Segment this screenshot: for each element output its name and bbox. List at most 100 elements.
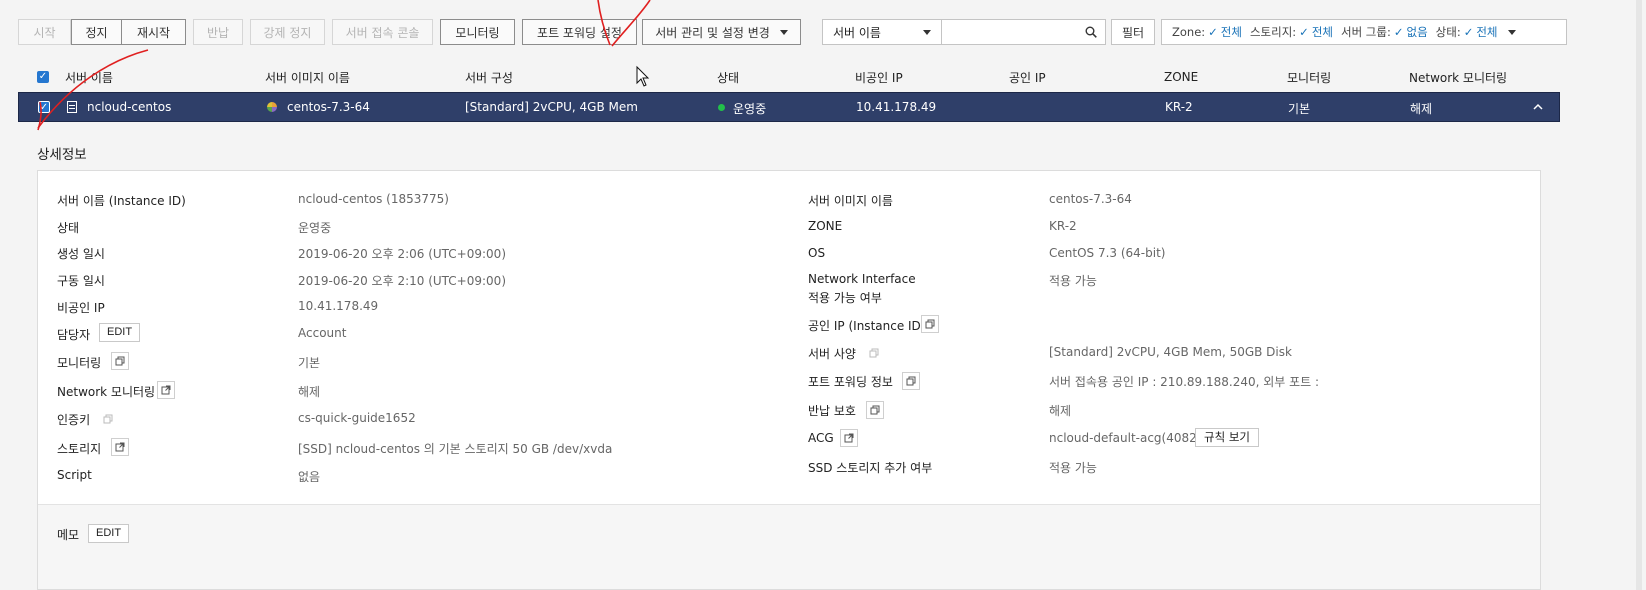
detail-value: 2019-06-20 오후 2:10 (UTC+09:00) [298, 274, 506, 288]
acg-rules-button[interactable]: 규칙 보기 [1195, 428, 1259, 447]
external-link-icon[interactable] [111, 438, 129, 456]
row-zone: KR-2 [1165, 100, 1193, 114]
detail-label: ACG [808, 431, 834, 445]
header-spec[interactable]: 서버 구성 [465, 69, 513, 86]
copy-icon[interactable] [902, 372, 920, 390]
console-button[interactable]: 서버 접속 콘솔 [332, 19, 433, 45]
header-zone[interactable]: ZONE [1164, 70, 1198, 84]
search-field-label: 서버 이름 [833, 25, 881, 40]
storage-filter-value: 전체 [1311, 25, 1333, 39]
restart-button[interactable]: 재시작 [121, 19, 186, 45]
detail-value: 운영중 [298, 221, 332, 235]
filter-button[interactable]: 필터 [1111, 19, 1155, 45]
external-link-icon[interactable] [840, 429, 858, 447]
zone-filter-value: 전체 [1220, 25, 1242, 39]
copy-icon[interactable] [866, 401, 884, 419]
detail-value: cs-quick-guide1652 [298, 411, 416, 425]
search-input[interactable] [942, 20, 1072, 44]
header-network-monitoring[interactable]: Network 모니터링 [1409, 69, 1507, 86]
detail-title: 상세정보 [37, 147, 87, 163]
detail-value: 해제 [1049, 404, 1072, 418]
detail-label: 인증키 [57, 413, 91, 427]
filter-summary[interactable]: Zone: ✓ 전체 스토리지: ✓ 전체 서버 그룹: ✓ 없음 상태: ✓ 전체 [1161, 19, 1567, 45]
detail-value: 서버 접속용 공인 IP : 210.89.188.240, 외부 포트 : [1049, 375, 1320, 389]
detail-panel: 서버 이름 (Instance ID) ncloud-centos (18537… [37, 170, 1541, 590]
detail-value: CentOS 7.3 (64-bit) [1049, 246, 1166, 260]
detail-label: Script [57, 468, 92, 482]
header-public-ip[interactable]: 공인 IP [1009, 69, 1046, 86]
force-stop-button[interactable]: 강제 정지 [250, 19, 325, 45]
header-private-ip[interactable]: 비공인 IP [855, 69, 903, 86]
detail-label: Network Interface [808, 272, 916, 286]
manage-dropdown-button[interactable]: 서버 관리 및 설정 변경 [642, 19, 801, 45]
copy-icon[interactable] [921, 315, 939, 333]
status-filter-value: 전체 [1476, 25, 1498, 39]
chevron-up-icon[interactable] [1533, 102, 1543, 112]
detail-label: 서버 이미지 이름 [808, 194, 893, 208]
header-server-name[interactable]: 서버 이름 [65, 69, 113, 86]
detail-label: 구동 일시 [57, 274, 105, 288]
caret-down-icon[interactable] [1507, 29, 1516, 35]
header-status[interactable]: 상태 [717, 69, 739, 86]
memo-edit-button[interactable]: EDIT [88, 524, 130, 543]
copy-icon[interactable] [865, 344, 883, 362]
detail-label-line2: 적용 가능 여부 [808, 291, 882, 305]
row-image-name: centos-7.3-64 [287, 100, 370, 114]
zone-filter-label: Zone: [1172, 25, 1206, 39]
row-network-monitoring: 해제 [1410, 102, 1433, 116]
memo-section: 메모 EDIT [38, 504, 1540, 589]
port-forwarding-button[interactable]: 포트 포워딩 설정 [522, 19, 637, 45]
group-filter-value: 없음 [1406, 25, 1428, 39]
header-image-name[interactable]: 서버 이미지 이름 [265, 69, 350, 86]
memo-label: 메모 [57, 528, 80, 542]
caret-down-icon [779, 29, 788, 35]
detail-value: [SSD] ncloud-centos 의 기본 스토리지 50 GB /dev… [298, 442, 613, 456]
detail-value: 없음 [298, 470, 321, 484]
row-monitoring: 기본 [1288, 102, 1311, 116]
detail-label: SSD 스토리지 추가 여부 [808, 461, 933, 475]
start-button[interactable]: 시작 [18, 19, 71, 45]
search-field-select[interactable]: 서버 이름 [822, 19, 942, 45]
detail-value: Account [298, 326, 347, 340]
detail-label: Network 모니터링 [57, 385, 156, 399]
detail-value: 10.41.178.49 [298, 299, 379, 313]
row-checkbox[interactable]: ✓ [38, 101, 50, 113]
copy-icon[interactable] [99, 410, 117, 428]
header-monitoring[interactable]: 모니터링 [1287, 69, 1331, 86]
check-icon: ✓ [1208, 25, 1218, 39]
row-status: 운영중 [733, 102, 767, 116]
return-button[interactable]: 반납 [193, 19, 243, 45]
check-icon: ✓ [1299, 25, 1309, 39]
detail-value: centos-7.3-64 [1049, 192, 1132, 206]
detail-value: ncloud-centos (1853775) [298, 192, 449, 206]
detail-value: ncloud-default-acg(40829) [1049, 431, 1210, 445]
detail-label: 반납 보호 [808, 404, 856, 418]
detail-value: 적용 가능 [1049, 461, 1097, 475]
detail-value: KR-2 [1049, 219, 1077, 233]
detail-label: 비공인 IP [57, 301, 105, 315]
table-header: ✓ 서버 이름 서버 이미지 이름 서버 구성 상태 비공인 IP 공인 IP … [18, 63, 1560, 91]
owner-edit-button[interactable]: EDIT [99, 323, 141, 342]
detail-label: ZONE [808, 219, 843, 233]
detail-value: 2019-06-20 오후 2:06 (UTC+09:00) [298, 247, 506, 261]
search-icon[interactable] [1085, 26, 1097, 38]
external-link-icon[interactable] [157, 381, 175, 399]
detail-label: 공인 IP (Instance ID) [808, 319, 926, 333]
row-spec: [Standard] 2vCPU, 4GB Mem [465, 100, 638, 114]
detail-value: [Standard] 2vCPU, 4GB Mem, 50GB Disk [1049, 345, 1292, 359]
detail-value: 기본 [298, 356, 321, 370]
stop-button[interactable]: 정지 [71, 19, 122, 45]
scrollbar[interactable] [1636, 0, 1642, 590]
search-box [942, 19, 1106, 45]
status-running-icon [718, 104, 725, 111]
copy-icon[interactable] [111, 352, 129, 370]
row-server-name: ncloud-centos [87, 100, 172, 114]
detail-label: 생성 일시 [57, 247, 105, 261]
detail-value: 적용 가능 [1049, 274, 1097, 288]
select-all-checkbox[interactable]: ✓ [37, 71, 49, 83]
table-row[interactable]: ✓ ncloud-centos centos-7.3-64 [Standard]… [18, 92, 1560, 122]
monitoring-button[interactable]: 모니터링 [440, 19, 515, 45]
detail-label: 포트 포워딩 정보 [808, 375, 893, 389]
detail-label: 서버 이름 (Instance ID) [57, 194, 186, 208]
detail-label: 상태 [57, 221, 80, 235]
